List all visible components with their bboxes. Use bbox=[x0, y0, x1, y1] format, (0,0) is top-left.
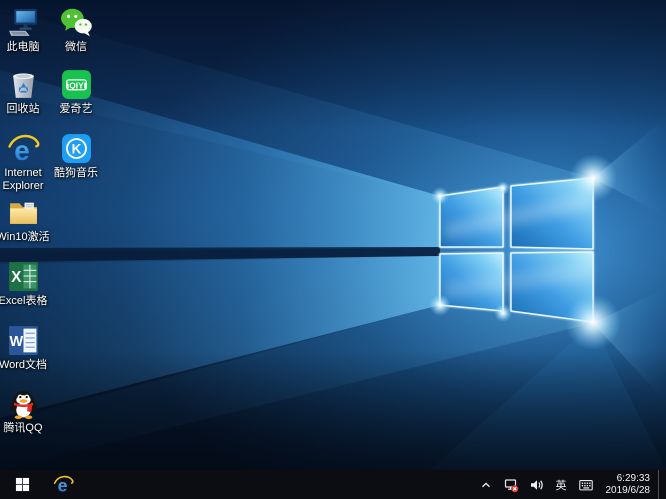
tray-show-hidden-icons[interactable] bbox=[475, 470, 497, 499]
desktop-icon-internet-explorer[interactable]: e Internet Explorer bbox=[0, 132, 51, 193]
desktop-icon-word[interactable]: W Word文档 bbox=[0, 324, 51, 372]
desktop-icon-tencent-qq[interactable]: 腾讯QQ bbox=[0, 387, 51, 435]
icon-label: 微信 bbox=[65, 41, 87, 53]
icon-label: Word文档 bbox=[0, 359, 48, 371]
svg-text:K: K bbox=[71, 142, 81, 157]
icon-label: 回收站 bbox=[6, 103, 40, 115]
desktop-icon-iqiyi[interactable]: iQIYI 爱奇艺 bbox=[48, 68, 104, 116]
language-label: 英 bbox=[555, 479, 567, 492]
recycle-bin-icon bbox=[12, 73, 34, 98]
clock-time: 6:29:33 bbox=[616, 472, 650, 484]
excel-icon: X bbox=[8, 262, 38, 291]
icon-label: 爱奇艺 bbox=[59, 103, 93, 115]
tray-clock[interactable]: 6:29:33 2019/6/28 bbox=[600, 473, 657, 497]
svg-text:W: W bbox=[9, 334, 23, 350]
iqiyi-icon: iQIYI bbox=[61, 70, 91, 99]
icon-label: Excel表格 bbox=[0, 295, 48, 307]
keyboard-icon bbox=[578, 479, 593, 490]
show-desktop-button[interactable] bbox=[658, 470, 664, 499]
internet-explorer-icon: e bbox=[53, 476, 74, 495]
icon-label: 腾讯QQ bbox=[3, 422, 43, 434]
tray-language-indicator[interactable]: 英 bbox=[551, 470, 572, 499]
windows-logo-icon bbox=[15, 477, 29, 492]
desktop-icon-kugou-music[interactable]: K 酷狗音乐 bbox=[48, 132, 104, 180]
chevron-up-icon bbox=[481, 482, 490, 487]
svg-text:X: X bbox=[11, 269, 22, 286]
kugou-music-icon: K bbox=[61, 134, 91, 163]
taskbar: e 英 6:29:33 2019/6/28 bbox=[0, 470, 666, 499]
taskbar-internet-explorer-button[interactable]: e bbox=[44, 470, 82, 499]
desktop-icon-recycle-bin[interactable]: 回收站 bbox=[0, 68, 51, 116]
wechat-icon bbox=[60, 8, 92, 37]
desktop-icon-excel[interactable]: X Excel表格 bbox=[0, 260, 51, 308]
internet-explorer-icon: e bbox=[7, 135, 39, 165]
folder-icon bbox=[9, 202, 37, 224]
this-pc-icon bbox=[8, 9, 37, 36]
icon-label: 此电脑 bbox=[6, 41, 40, 53]
desktop-icon-win10-activation[interactable]: Win10激活 bbox=[0, 196, 51, 244]
tray-input-method[interactable] bbox=[574, 470, 598, 499]
qq-penguin-icon bbox=[9, 391, 37, 419]
word-icon: W bbox=[8, 326, 38, 355]
desktop-wallpaper: 此电脑 微信 回收站 iQIYI 爱奇艺 e Internet Explorer… bbox=[0, 0, 666, 470]
tray-network-status[interactable] bbox=[499, 470, 523, 499]
taskbar-empty-area bbox=[82, 470, 475, 499]
desktop-icon-this-pc[interactable]: 此电脑 bbox=[0, 6, 51, 54]
network-disconnected-icon bbox=[504, 478, 518, 492]
tray-volume[interactable] bbox=[525, 470, 549, 499]
clock-date: 2019/6/28 bbox=[605, 484, 651, 496]
icon-label: Win10激活 bbox=[0, 231, 50, 243]
system-tray: 英 6:29:33 2019/6/28 bbox=[475, 470, 666, 499]
icon-label: Internet Explorer bbox=[2, 167, 44, 192]
icon-label: 酷狗音乐 bbox=[54, 167, 98, 179]
speaker-icon bbox=[530, 479, 543, 490]
desktop-icon-wechat[interactable]: 微信 bbox=[48, 6, 104, 54]
start-button[interactable] bbox=[0, 470, 44, 499]
